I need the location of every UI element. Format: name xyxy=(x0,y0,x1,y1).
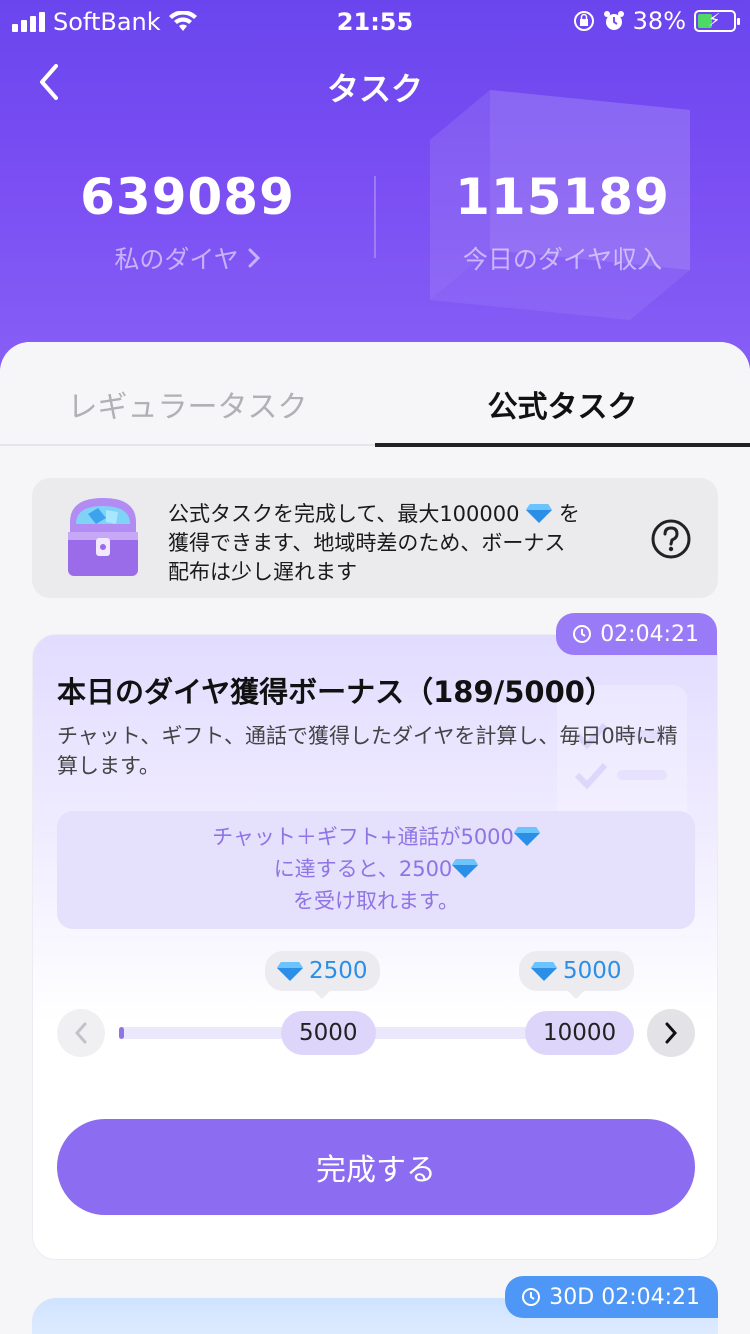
goal-line2: に達すると、2500 xyxy=(273,857,453,881)
complete-button[interactable]: 完成する xyxy=(57,1119,695,1215)
info-text: 公式タスクを完成して、最大100000 を 獲得できます、地域時差のため、ボーナ… xyxy=(168,500,638,587)
reward-amount: 5000 xyxy=(563,958,622,984)
my-diamonds-value: 639089 xyxy=(80,168,295,226)
chevron-right-icon xyxy=(248,248,260,268)
next-task-timer-text: 30D 02:04:21 xyxy=(549,1284,700,1310)
milestone-chip: 5000 xyxy=(281,1011,376,1055)
task-title: 本日のダイヤ獲得ボーナス（189/5000） xyxy=(57,675,614,709)
info-line2: 獲得できます、地域時差のため、ボーナス xyxy=(168,531,566,555)
my-diamonds-stat[interactable]: 639089 私のダイヤ xyxy=(0,168,375,276)
scroll-right-button[interactable] xyxy=(647,1009,695,1057)
task-description: チャット、ギフト、通話で獲得したダイヤを計算し、毎日0時に精算します。 xyxy=(57,724,678,778)
goal-line3: を受け取れます。 xyxy=(293,889,459,913)
diamond-icon xyxy=(526,504,553,523)
orientation-lock-icon xyxy=(573,11,594,31)
info-banner: 公式タスクを完成して、最大100000 を 獲得できます、地域時差のため、ボーナ… xyxy=(32,478,718,598)
help-icon[interactable] xyxy=(650,518,692,560)
page-title: タスク xyxy=(326,70,423,108)
goal-line1: チャット＋ギフト+通話が5000 xyxy=(212,825,514,849)
info-line1: 公式タスクを完成して、最大100000 xyxy=(168,502,520,526)
today-income-stat: 115189 今日のダイヤ収入 xyxy=(375,168,750,276)
goal-box: チャット＋ギフト+通話が5000 に達すると、2500 を受け取れます。 xyxy=(57,811,695,929)
info-line1-tail: を xyxy=(558,502,580,526)
info-line3: 配布は少し遅れます xyxy=(168,560,357,584)
task-sheet: レギュラータスク 公式タスク 公式タスクを完成して、最大100000 を 獲得で… xyxy=(0,342,750,1334)
clock-icon xyxy=(573,625,592,643)
alarm-icon xyxy=(603,11,624,30)
task-timer-badge: 02:04:21 xyxy=(556,613,717,655)
scroll-left-button[interactable] xyxy=(57,1009,105,1057)
chevron-left-icon xyxy=(74,1022,87,1044)
battery-icon: ⚡ xyxy=(694,10,740,32)
reward-bubble: 5000 xyxy=(519,951,634,999)
today-income-label: 今日のダイヤ収入 xyxy=(462,245,663,274)
progress-fill xyxy=(119,1027,125,1039)
diamond-icon xyxy=(452,859,479,878)
battery-percent: 38% xyxy=(632,7,686,35)
status-bar: SoftBank 21:55 38% ⚡ xyxy=(0,0,750,44)
clock-icon xyxy=(522,1288,541,1306)
reward-amount: 2500 xyxy=(309,958,368,984)
today-income-value: 115189 xyxy=(455,168,670,226)
task-timer-text: 02:04:21 xyxy=(600,621,699,647)
chevron-right-icon xyxy=(665,1022,678,1044)
tab-official-tasks[interactable]: 公式タスク xyxy=(375,382,750,426)
diamond-icon xyxy=(513,827,540,846)
reward-bubble: 2500 xyxy=(265,951,380,999)
treasure-chest-icon xyxy=(68,498,138,576)
active-tab-indicator xyxy=(375,443,750,447)
next-task-timer-badge: 30D 02:04:21 xyxy=(505,1276,718,1318)
diamond-icon xyxy=(277,962,303,981)
daily-task-card: 02:04:21 本日のダイヤ獲得ボーナス（189/5000） チャット、ギフト… xyxy=(32,613,718,1260)
diamond-icon xyxy=(531,962,557,981)
milestone-chip: 10000 xyxy=(525,1011,635,1055)
tab-regular-tasks[interactable]: レギュラータスク xyxy=(0,382,375,426)
my-diamonds-label: 私のダイヤ xyxy=(114,245,239,274)
tab-bar: レギュラータスク 公式タスク xyxy=(0,342,750,447)
